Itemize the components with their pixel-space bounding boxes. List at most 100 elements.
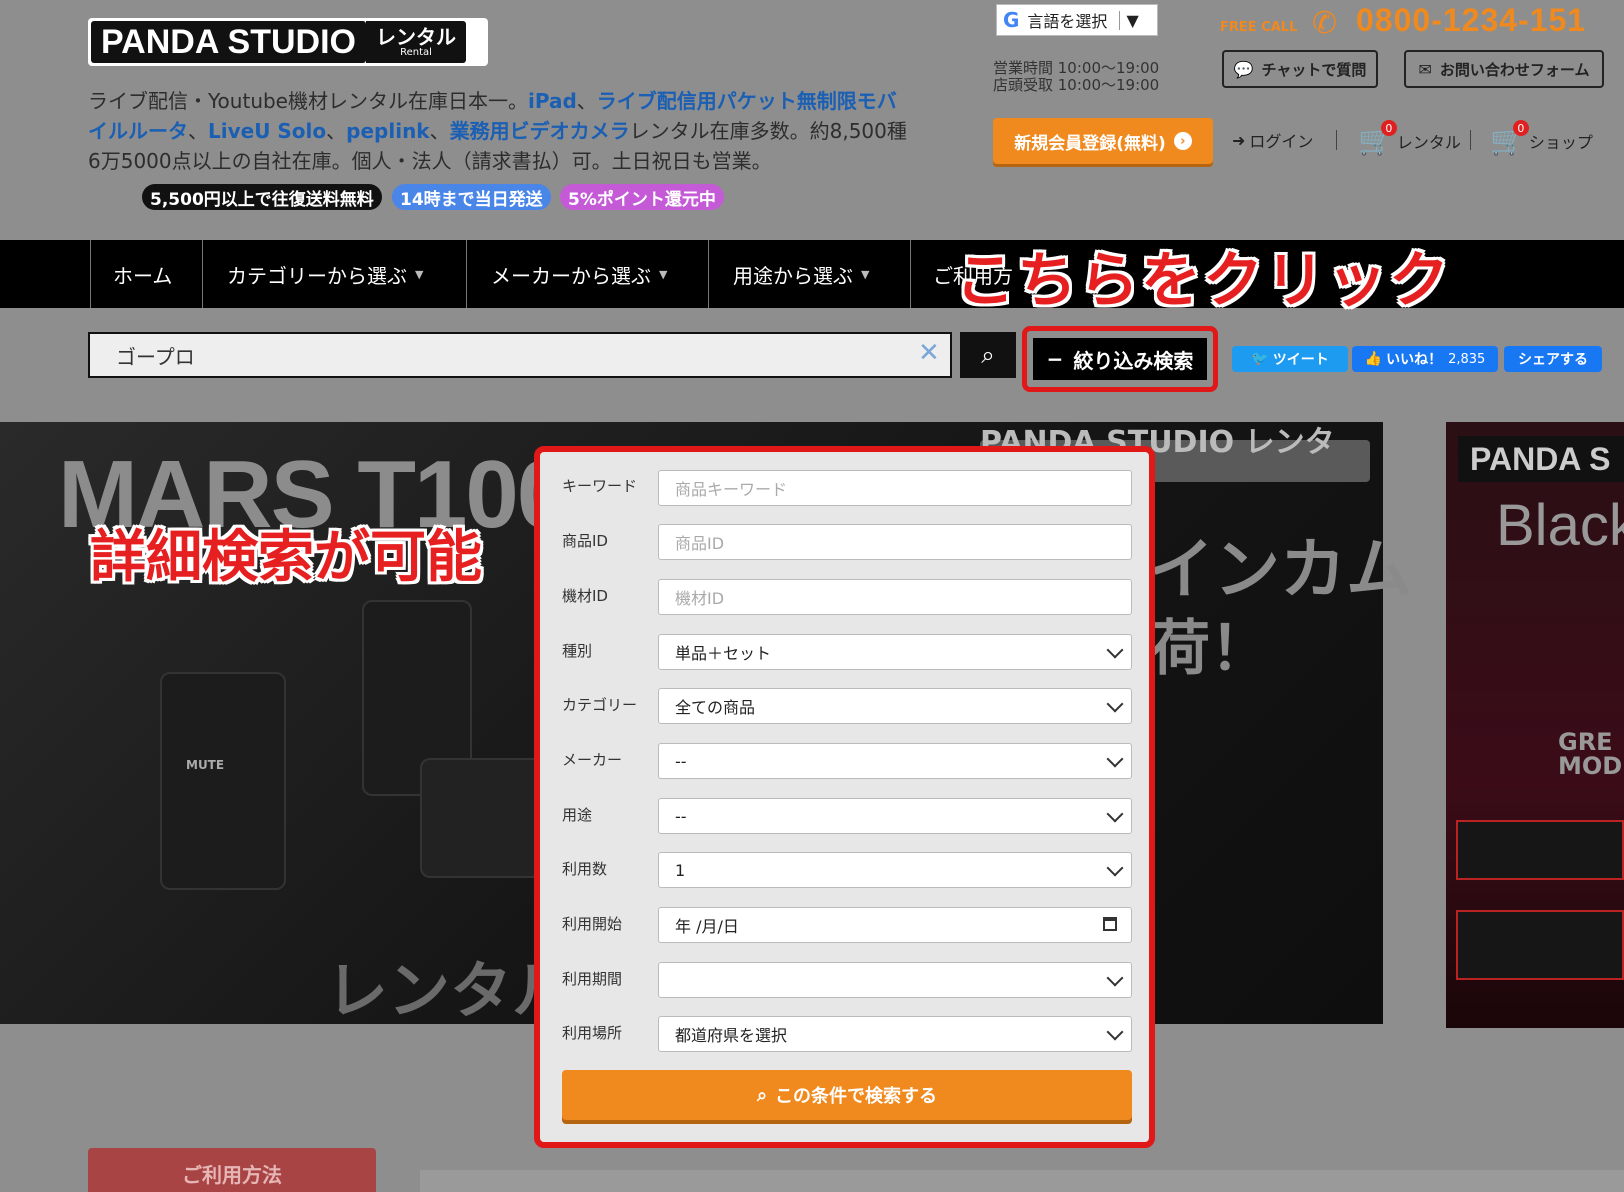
location-select[interactable]: 都道府県を選択 (658, 1016, 1132, 1052)
type-select[interactable]: 単品＋セット (658, 634, 1132, 670)
period-select[interactable] (658, 962, 1132, 998)
share-button[interactable]: シェアする (1504, 346, 1602, 372)
search-icon: ⌕ (981, 341, 995, 369)
login-link[interactable]: ➜ ログイン (1232, 128, 1313, 152)
nav-maker[interactable]: メーカーから選ぶ ▼ (466, 240, 667, 308)
contact-form-button[interactable]: ✉ お問い合わせフォーム (1404, 50, 1604, 88)
nav-home[interactable]: ホーム (90, 240, 172, 308)
phone-number[interactable]: 0800-1234-151 (1356, 2, 1586, 39)
quantity-select[interactable]: 1 (658, 852, 1132, 888)
nav-home-label: ホーム (113, 263, 173, 288)
language-label: 言語を選択 (1027, 12, 1108, 31)
intro-link-liveu[interactable]: LiveU Solo (208, 119, 326, 143)
calendar-icon[interactable] (1103, 917, 1117, 931)
field-label: メーカー (562, 751, 623, 769)
nav-usage[interactable]: 用途から選ぶ ▼ (708, 240, 869, 308)
search-value: ゴープロ (116, 344, 195, 369)
divider (1470, 130, 1471, 150)
field-label: 利用開始 (562, 915, 623, 933)
shop-cart-badge: 0 (1512, 120, 1529, 136)
content-bar (420, 1170, 1624, 1192)
intro-text: ライブ配信・Youtube機材レンタル在庫日本一。 (88, 89, 528, 113)
intro-link-camera[interactable]: 業務用ビデオカメラ (450, 119, 630, 143)
like-label: いいね！ (1386, 352, 1443, 368)
narrow-search-highlight: − 絞り込み検索 (1022, 326, 1218, 392)
chevron-down-icon (1106, 750, 1124, 768)
product-id-input[interactable]: 商品ID (658, 524, 1132, 560)
location-value: 都道府県を選択 (675, 1026, 788, 1045)
language-arrow: ▼ (1119, 10, 1139, 30)
intro-sep: 、 (429, 119, 450, 143)
clear-icon[interactable]: ✕ (918, 338, 940, 368)
register-button[interactable]: 新規会員登録(無料) › (993, 118, 1213, 164)
free-call-label: FREE CALL (1220, 20, 1298, 35)
hours-line-2: 店頭受取 10:00～19:00 (993, 76, 1160, 94)
device-image (1456, 820, 1624, 880)
search-button[interactable]: ⌕ (960, 332, 1016, 378)
logo-main-text: PANDA STUDIO (91, 21, 366, 63)
keyword-input[interactable]: 商品キーワード (658, 470, 1132, 506)
chevron-down-icon: ▼ (861, 267, 870, 281)
search-submit-button[interactable]: ⌕ この条件で検索する (562, 1070, 1132, 1120)
click-here-annotation: こちらをクリック (955, 246, 1451, 316)
device-image (160, 672, 286, 890)
field-label: 用途 (562, 806, 593, 824)
hero2-text: Black (1496, 493, 1624, 558)
chevron-down-icon (1106, 641, 1124, 659)
chevron-down-icon (1106, 1023, 1124, 1041)
rental-cart-label: レンタル (1396, 132, 1461, 152)
arrow-right-icon: › (1173, 132, 1192, 150)
nav-category-label: カテゴリーから選ぶ (227, 263, 407, 288)
chevron-down-icon (1106, 805, 1124, 823)
site-intro: ライブ配信・Youtube機材レンタル在庫日本一。iPad、ライブ配信用パケット… (88, 86, 908, 176)
narrow-search-button[interactable]: − 絞り込み検索 (1033, 338, 1207, 380)
quantity-value: 1 (675, 860, 686, 880)
narrow-search-label: 絞り込み検索 (1073, 348, 1194, 373)
usage-select[interactable]: -- (658, 798, 1132, 834)
business-hours: 営業時間 10:00～19:00 店頭受取 10:00～19:00 (993, 60, 1159, 94)
maker-select[interactable]: -- (658, 743, 1132, 779)
product-id-placeholder: 商品ID (675, 534, 725, 553)
equipment-id-input[interactable]: 機材ID (658, 579, 1132, 615)
intro-link-ipad[interactable]: iPad (528, 89, 577, 113)
maker-value: -- (675, 751, 687, 771)
start-date-input[interactable]: 年 /月/日 (658, 907, 1132, 943)
intro-link-peplink[interactable]: peplink (346, 119, 429, 143)
chat-button[interactable]: 💬 チャットで質問 (1222, 50, 1378, 88)
like-button[interactable]: 👍 いいね！ 2,835 (1352, 346, 1498, 372)
device-label: MUTE (186, 758, 225, 772)
language-select[interactable]: G 言語を選択 ▼ (996, 4, 1158, 36)
equipment-id-placeholder: 機材ID (675, 589, 725, 608)
howto-tab[interactable]: ご利用方法 (88, 1148, 376, 1192)
search-input[interactable]: ゴープロ (88, 332, 952, 378)
rental-cart-link[interactable]: 🛒 0 レンタル (1358, 120, 1461, 157)
login-label: ログイン (1249, 132, 1314, 151)
logo-sub-en: Rental (400, 47, 432, 58)
intro-sep: 、 (188, 119, 208, 143)
thumbs-up-icon: 👍 (1364, 351, 1383, 367)
login-icon: ➜ (1232, 130, 1246, 150)
google-icon: G (1003, 8, 1020, 32)
cart-icon: 🛒 0 (1490, 120, 1529, 157)
pill-points: 5%ポイント還元中 (560, 184, 724, 210)
logo-sub: レンタル Rental (366, 21, 466, 63)
phone-icon: ✆ (1312, 6, 1338, 41)
shop-cart-label: ショップ (1528, 132, 1593, 152)
nav-usage-label: 用途から選ぶ (733, 263, 853, 288)
pill-free-shipping: 5,500円以上で往復送料無料 (142, 184, 382, 210)
nav-maker-label: メーカーから選ぶ (491, 263, 651, 288)
nav-category[interactable]: カテゴリーから選ぶ ▼ (202, 240, 423, 308)
type-value: 単品＋セット (675, 644, 772, 663)
device-image (1456, 910, 1624, 980)
share-label: シェアする (1518, 352, 1588, 368)
contact-form-label: お問い合わせフォーム (1439, 60, 1590, 79)
shop-cart-link[interactable]: 🛒 0 ショップ (1490, 120, 1593, 157)
chevron-down-icon (1106, 695, 1124, 713)
site-logo[interactable]: PANDA STUDIO レンタル Rental (88, 18, 488, 66)
like-count: 2,835 (1448, 351, 1486, 367)
usage-value: -- (675, 806, 687, 826)
field-label: 利用数 (562, 860, 608, 878)
tweet-button[interactable]: 🐦 ツイート (1232, 346, 1348, 372)
chat-icon: 💬 (1233, 59, 1254, 79)
category-select[interactable]: 全ての商品 (658, 688, 1132, 724)
